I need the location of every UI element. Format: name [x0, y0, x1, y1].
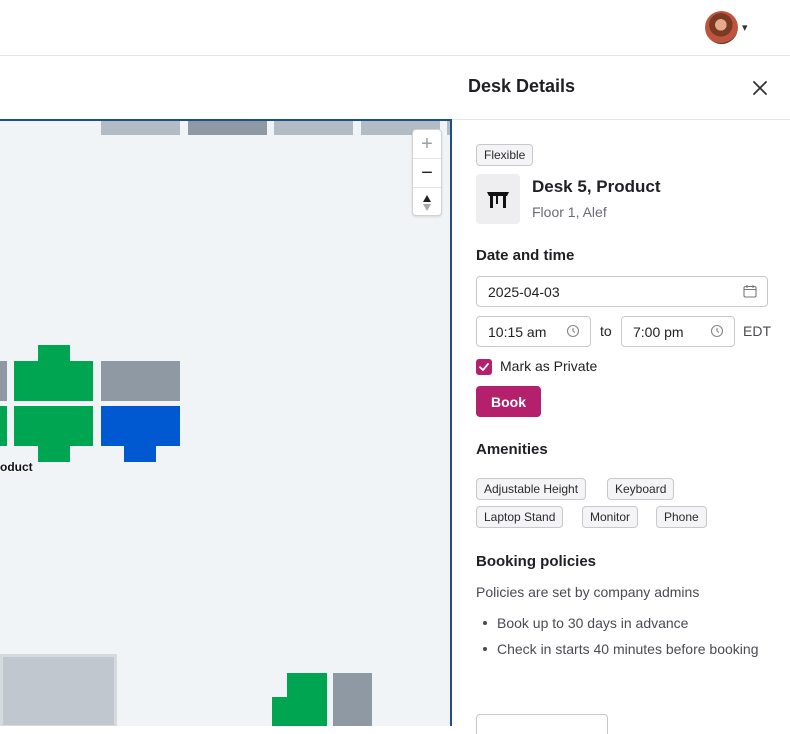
- desk-block[interactable]: [14, 406, 93, 446]
- desk-block[interactable]: [0, 361, 7, 401]
- close-button[interactable]: [750, 78, 770, 98]
- desk-location: Floor 1, Alef: [532, 204, 607, 220]
- avatar[interactable]: [705, 10, 738, 44]
- policy-list: Book up to 30 days in advance Check in s…: [476, 612, 766, 664]
- start-time-field[interactable]: 10:15 am: [476, 316, 591, 347]
- user-menu[interactable]: ▾: [705, 10, 748, 44]
- zoom-in-button[interactable]: +: [413, 130, 441, 159]
- book-button[interactable]: Book: [476, 386, 541, 417]
- calendar-icon[interactable]: [743, 284, 757, 301]
- top-bar: ▾: [0, 0, 790, 56]
- desk-block[interactable]: [14, 361, 93, 401]
- room-block[interactable]: [0, 654, 117, 726]
- chevron-down-icon[interactable]: ▾: [742, 21, 748, 34]
- desk-chair: [124, 446, 156, 462]
- policies-heading: Booking policies: [476, 553, 597, 570]
- private-checkbox-label[interactable]: Mark as Private: [500, 358, 597, 374]
- desk-name: Desk 5, Product: [532, 177, 661, 196]
- private-checkbox[interactable]: [476, 359, 492, 375]
- desk-block[interactable]: [287, 673, 327, 726]
- policies-subtitle: Policies are set by company admins: [476, 584, 700, 600]
- desk-block[interactable]: [274, 121, 353, 135]
- end-time-value: 7:00 pm: [633, 324, 684, 340]
- policy-item: Check in starts 40 minutes before bookin…: [476, 638, 766, 660]
- clock-icon: [566, 324, 580, 341]
- date-value: 2025-04-03: [488, 284, 560, 300]
- desk-block[interactable]: [0, 406, 7, 446]
- amenity-tag: Monitor: [582, 506, 639, 528]
- desk-block[interactable]: [333, 673, 372, 726]
- more-button[interactable]: [476, 714, 608, 734]
- to-label: to: [600, 323, 612, 339]
- start-time-value: 10:15 am: [488, 324, 547, 340]
- date-time-heading: Date and time: [476, 247, 575, 264]
- compass-icon: [423, 194, 431, 211]
- checkmark-icon: [479, 363, 489, 371]
- date-field[interactable]: 2025-04-03: [476, 276, 768, 307]
- amenity-tag: Keyboard: [607, 478, 675, 500]
- amenities-heading: Amenities: [476, 441, 548, 458]
- panel-title: Desk Details: [468, 76, 576, 96]
- desk-block[interactable]: [101, 361, 180, 401]
- clock-icon: [710, 324, 724, 341]
- selected-desk[interactable]: [101, 406, 180, 446]
- amenity-tag: Phone: [656, 506, 707, 528]
- amenity-tag: Adjustable Height: [476, 478, 587, 500]
- desk-chair: [38, 446, 70, 462]
- timezone-label: EDT: [743, 323, 771, 339]
- desk-block[interactable]: [188, 121, 267, 135]
- desk-type-badge: Flexible: [476, 144, 534, 166]
- zoom-out-button[interactable]: −: [413, 159, 441, 188]
- desk-chair: [272, 697, 288, 726]
- policy-item: Book up to 30 days in advance: [476, 612, 766, 634]
- desk-details-panel: Desk Details Flexible Desk 5, Product Fl…: [452, 56, 790, 734]
- amenity-tag: Laptop Stand: [476, 506, 564, 528]
- end-time-field[interactable]: 7:00 pm: [621, 316, 735, 347]
- close-icon: [753, 81, 767, 95]
- desk-block[interactable]: [101, 121, 180, 135]
- panel-header: Desk Details: [452, 56, 790, 120]
- desk-chair: [38, 345, 70, 361]
- map-area: oduct: [0, 56, 452, 726]
- floor-map[interactable]: oduct: [0, 119, 452, 726]
- zone-label: oduct: [0, 460, 33, 474]
- compass-button[interactable]: [413, 188, 441, 217]
- map-zoom-controls: + −: [412, 129, 442, 216]
- desk-icon: [476, 174, 520, 224]
